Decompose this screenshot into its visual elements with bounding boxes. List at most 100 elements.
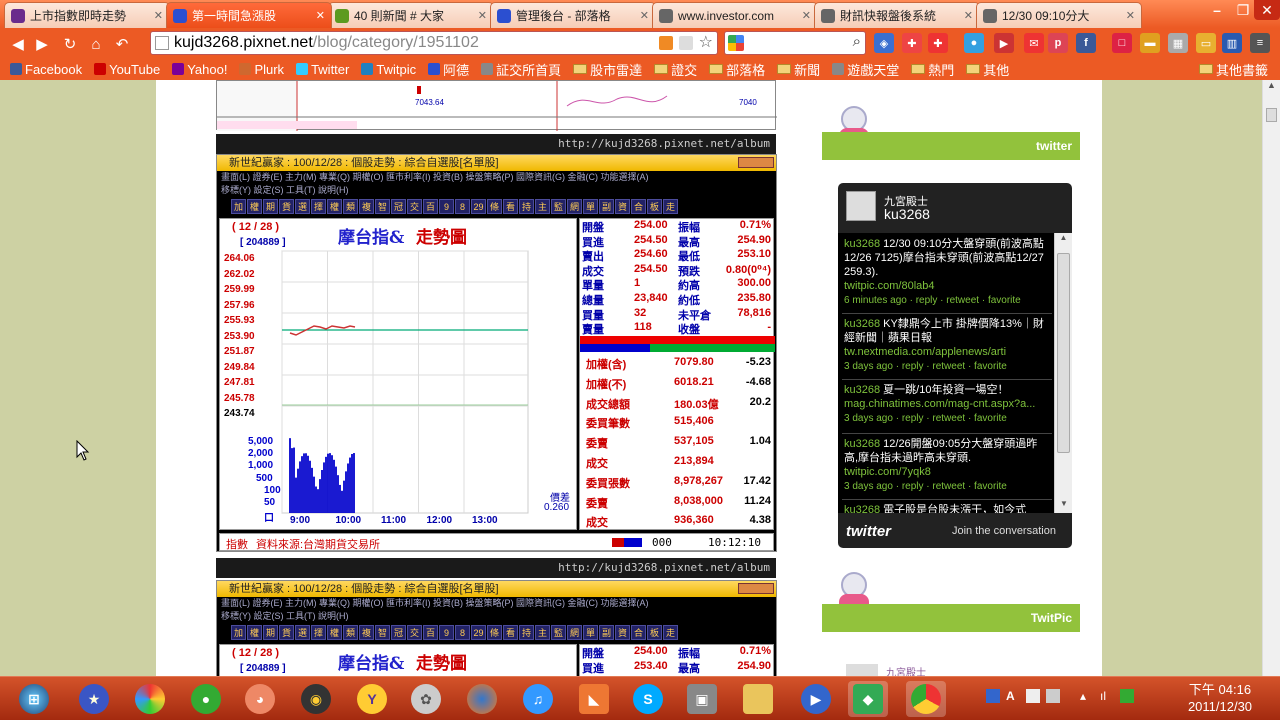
stock-tool-button[interactable]: 主	[535, 199, 550, 214]
stock-tool-button[interactable]: 百	[423, 625, 438, 640]
tweet-link[interactable]: twitpic.com/7yqk8	[844, 466, 931, 478]
taskbar-app-6-icon[interactable]: Y	[352, 681, 392, 717]
tweet-user[interactable]: ku3268	[844, 318, 880, 330]
stock-tool-button[interactable]: 網	[567, 625, 582, 640]
extension-icon-10[interactable]: ▦	[1168, 33, 1188, 53]
stock-tool-button[interactable]: 板	[647, 625, 662, 640]
stock-tool-button[interactable]: 加	[231, 199, 246, 214]
tweet-scrollbar[interactable]: ▲ ▼	[1054, 233, 1072, 513]
tray-icon-4[interactable]	[1046, 689, 1060, 703]
stock-tool-button[interactable]: 權	[327, 625, 342, 640]
tray-arrow-icon[interactable]: ▴	[1080, 689, 1094, 703]
stock-tool-button[interactable]: 監	[551, 199, 566, 214]
stock-tool-button[interactable]: 百	[423, 199, 438, 214]
forward-icon[interactable]: ▶	[32, 34, 52, 54]
stock-tool-button[interactable]: 板	[647, 199, 662, 214]
stock-tool-button[interactable]: 9	[439, 199, 454, 214]
bookmark-2[interactable]: YouTube	[94, 62, 160, 77]
bookmark-6[interactable]: Twitpic	[361, 62, 416, 77]
stock-tool-button[interactable]: 擇	[311, 625, 326, 640]
stock-tool-button[interactable]: 29	[471, 625, 486, 640]
extension-icon-6[interactable]: ✉	[1024, 33, 1044, 53]
stock-tool-button[interactable]: 資	[615, 625, 630, 640]
stock-tool-button[interactable]: 走	[663, 199, 678, 214]
tab-close-icon[interactable]: ✕	[478, 9, 487, 22]
bookmark-9[interactable]: 股市雷達	[573, 60, 642, 79]
taskbar-app-1-icon[interactable]: ★	[74, 681, 114, 717]
tab-2[interactable]: 第一時間急漲股 ✕	[166, 2, 332, 28]
stock-tool-button[interactable]: 權	[327, 199, 342, 214]
address-bar[interactable]: kujd3268.pixnet.net/blog/category/195110…	[150, 31, 718, 55]
stock-tool-button[interactable]: 8	[455, 199, 470, 214]
media-player-icon[interactable]: ▶	[796, 681, 836, 717]
bookmark-4[interactable]: Plurk	[239, 62, 284, 77]
system-clock[interactable]: 下午 04:16 2011/12/30	[1170, 681, 1270, 715]
start-button[interactable]: ⊞	[14, 681, 54, 717]
stock-tool-button[interactable]: 類	[343, 199, 358, 214]
tray-icon-3[interactable]	[1026, 689, 1040, 703]
tweet-meta[interactable]: 3 days ago · reply · retweet · favorite	[844, 413, 1007, 424]
tweet-user[interactable]: ku3268	[844, 384, 880, 396]
tab-5[interactable]: www.investor.com ✕	[652, 2, 818, 28]
stock-tool-button[interactable]: 主	[535, 625, 550, 640]
stock-tool-button[interactable]: 條	[487, 199, 502, 214]
tweet-user[interactable]: ku3268	[844, 438, 880, 450]
tweet-meta[interactable]: 3 days ago · reply · retweet · favorite	[844, 481, 1007, 492]
stock-tool-button[interactable]: 合	[631, 199, 646, 214]
tweet-user[interactable]: ku3268	[844, 238, 880, 250]
stock-tool-button[interactable]: 智	[375, 199, 390, 214]
page-scrollbar[interactable]: ▲	[1262, 80, 1280, 676]
tweet-user[interactable]: ku3268	[844, 504, 880, 513]
stock-tool-button[interactable]: 條	[487, 625, 502, 640]
stock-tool-button[interactable]: 智	[375, 625, 390, 640]
taskbar-app-9-icon[interactable]: ▣	[682, 681, 722, 717]
tab-6[interactable]: 財訊快報盤後系統 ✕	[814, 2, 980, 28]
tab-close-icon[interactable]: ✕	[316, 9, 325, 22]
stock-tool-button[interactable]: 副	[599, 199, 614, 214]
bookmark-star-icon[interactable]: ☆	[699, 32, 713, 52]
bookmark-5[interactable]: Twitter	[296, 62, 349, 77]
facebook-extension-icon[interactable]: f	[1076, 33, 1096, 53]
back-icon[interactable]: ◀	[8, 34, 28, 54]
stock-tool-button[interactable]: 冠	[391, 625, 406, 640]
stock-tool-button[interactable]: 擇	[311, 199, 326, 214]
tab-4[interactable]: 管理後台 - 部落格 ✕	[490, 2, 656, 28]
tweet-link[interactable]: mag.chinatimes.com/mag-cnt.aspx?a...	[844, 398, 1035, 410]
bookmark-8[interactable]: 証交所首頁	[481, 60, 561, 79]
stock-tool-button[interactable]: 期	[263, 199, 278, 214]
bookmark-10[interactable]: 證交	[654, 60, 697, 79]
extension-icon-8[interactable]: □	[1112, 33, 1132, 53]
page-scrollbar-thumb[interactable]	[1266, 108, 1277, 122]
tab-close-icon[interactable]: ✕	[802, 9, 811, 22]
chrome-icon[interactable]	[906, 681, 946, 717]
tray-icon-5[interactable]	[1120, 689, 1134, 703]
scroll-down-icon[interactable]: ▼	[1055, 499, 1072, 513]
minimize-button[interactable]: –	[1204, 0, 1230, 20]
stock-tool-button[interactable]: 29	[471, 199, 486, 214]
maximize-button[interactable]: ❐	[1230, 0, 1256, 20]
stock-tool-button[interactable]: 交	[407, 625, 422, 640]
tweet-meta[interactable]: 3 days ago · reply · retweet · favorite	[844, 361, 1007, 372]
stock-tool-button[interactable]: 看	[503, 199, 518, 214]
taskbar-app-3-icon[interactable]: ●	[186, 681, 226, 717]
stock-tool-button[interactable]: 持	[519, 199, 534, 214]
stock-tool-button[interactable]: 監	[551, 625, 566, 640]
tab-close-icon[interactable]: ✕	[964, 9, 973, 22]
wrench-menu-icon[interactable]: ≡	[1250, 33, 1270, 53]
stock-tool-button[interactable]: 單	[583, 199, 598, 214]
undo-icon[interactable]: ↶	[112, 34, 132, 54]
extension-icon-9[interactable]: ▬	[1140, 33, 1160, 53]
page-action-icon[interactable]	[679, 36, 693, 50]
stock-tool-button[interactable]: 持	[519, 625, 534, 640]
stock-tool-button[interactable]: 加	[231, 625, 246, 640]
taskbar-app-8-icon[interactable]: ◣	[574, 681, 614, 717]
extension-icon-4[interactable]: ●	[964, 33, 984, 53]
tab-close-icon[interactable]: ✕	[1126, 9, 1135, 22]
network-icon[interactable]: ıl	[1100, 689, 1114, 703]
extension-icon-2[interactable]: ✚	[902, 33, 922, 53]
bookmark-1[interactable]: Facebook	[10, 62, 82, 77]
taskbar-app-5-icon[interactable]: ◉	[296, 681, 336, 717]
tweet-meta[interactable]: 6 minutes ago · reply · retweet · favori…	[844, 295, 1021, 306]
tweet-item[interactable]: ku3268 KY隸鼎今上市 掛牌價降13%｜財經新聞｜蘋果日報 tw.nextm…	[844, 317, 1049, 374]
tweet-link[interactable]: twitpic.com/80lab4	[844, 280, 935, 292]
